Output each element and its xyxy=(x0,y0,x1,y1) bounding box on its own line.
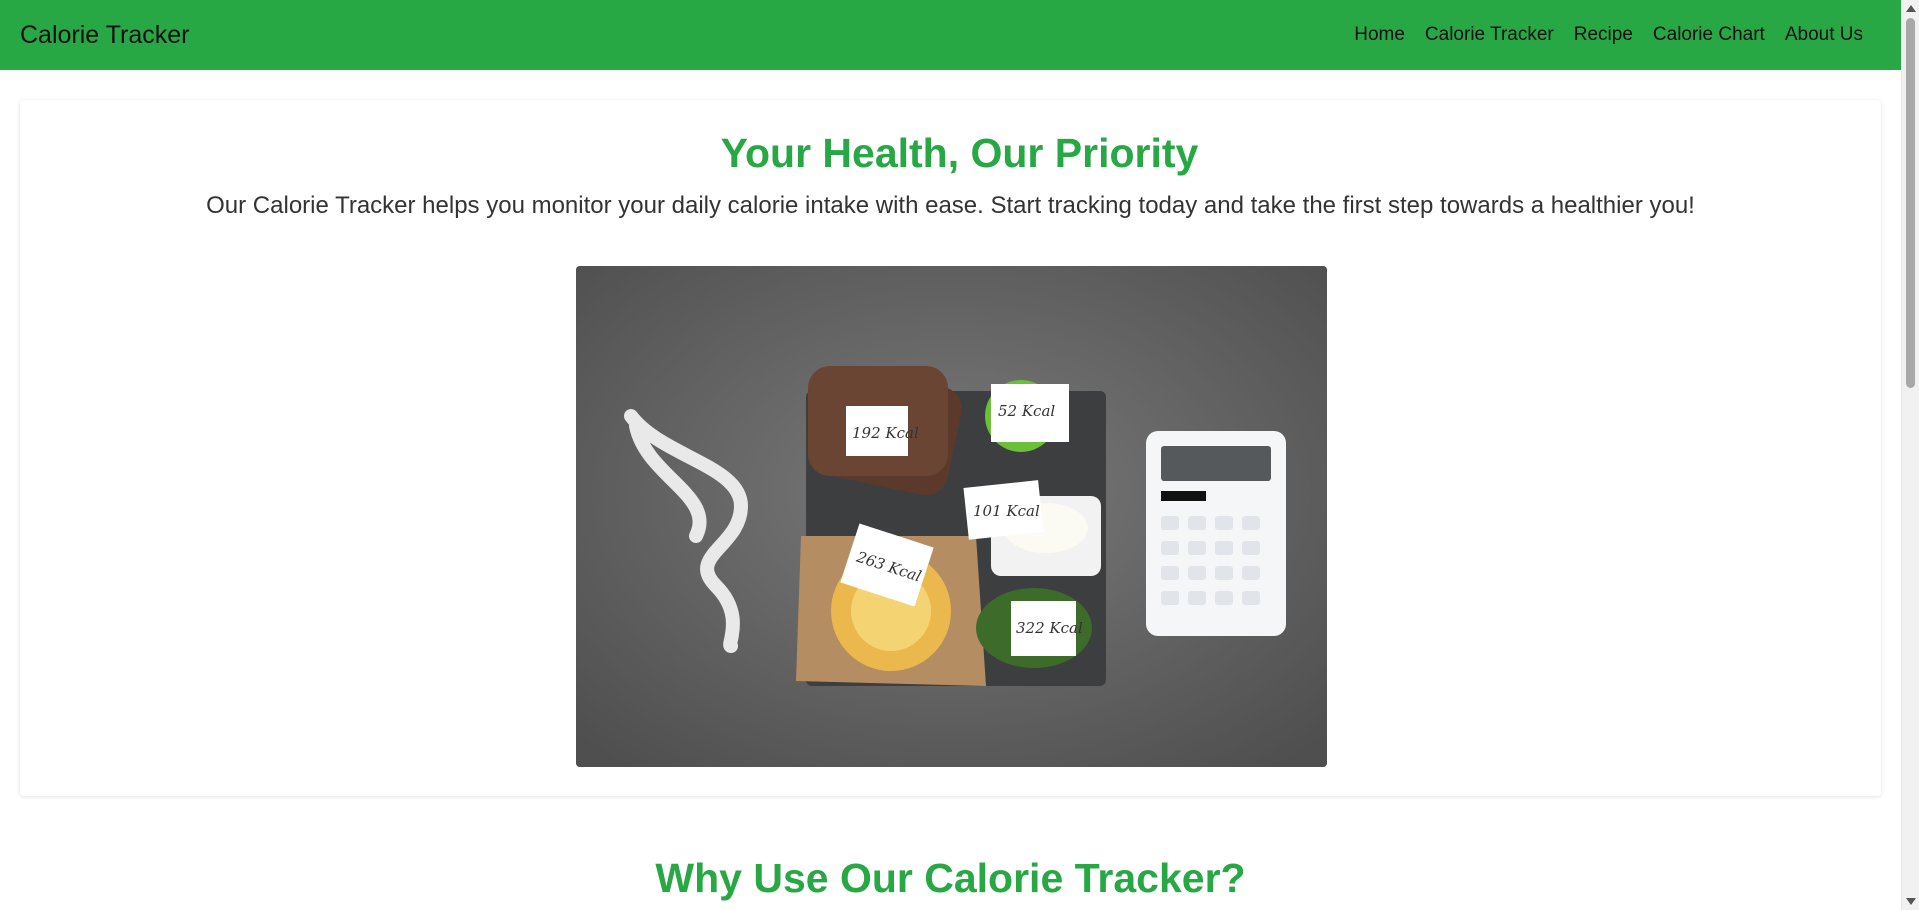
nav-links: Home Calorie Tracker Recipe Calorie Char… xyxy=(1344,24,1873,46)
label-192: 192 Kcal xyxy=(852,424,919,442)
nav-link-recipe[interactable]: Recipe xyxy=(1564,24,1643,46)
nav-link-calorie-chart[interactable]: Calorie Chart xyxy=(1643,24,1775,46)
label-322: 322 Kcal xyxy=(1016,619,1083,637)
why-use-title: Why Use Our Calorie Tracker? xyxy=(655,855,1246,901)
navbar: Calorie Tracker Home Calorie Tracker Rec… xyxy=(0,0,1901,70)
vertical-scrollbar[interactable] xyxy=(1901,0,1919,910)
calculator-icon xyxy=(1146,431,1286,636)
navbar-brand[interactable]: Calorie Tracker xyxy=(20,21,190,50)
label-52: 52 Kcal xyxy=(998,402,1055,420)
nav-link-home[interactable]: Home xyxy=(1344,24,1415,46)
hero-title: Your Health, Our Priority xyxy=(720,130,1199,176)
hero-description: Our Calorie Tracker helps you monitor yo… xyxy=(206,192,1695,219)
scroll-down-arrow-icon[interactable] xyxy=(1906,898,1916,905)
food-calories-illustration: 192 Kcal 52 Kcal 101 Kcal 263 Kcal 322 K… xyxy=(576,266,1327,767)
nav-link-calorie-tracker[interactable]: Calorie Tracker xyxy=(1415,24,1564,46)
scroll-up-arrow-icon[interactable] xyxy=(1906,5,1916,12)
hero-image: 192 Kcal 52 Kcal 101 Kcal 263 Kcal 322 K… xyxy=(576,266,1327,767)
scroll-thumb[interactable] xyxy=(1906,18,1915,388)
nav-link-about-us[interactable]: About Us xyxy=(1775,24,1873,46)
page: Calorie Tracker Home Calorie Tracker Rec… xyxy=(0,0,1919,910)
label-101: 101 Kcal xyxy=(973,502,1040,520)
